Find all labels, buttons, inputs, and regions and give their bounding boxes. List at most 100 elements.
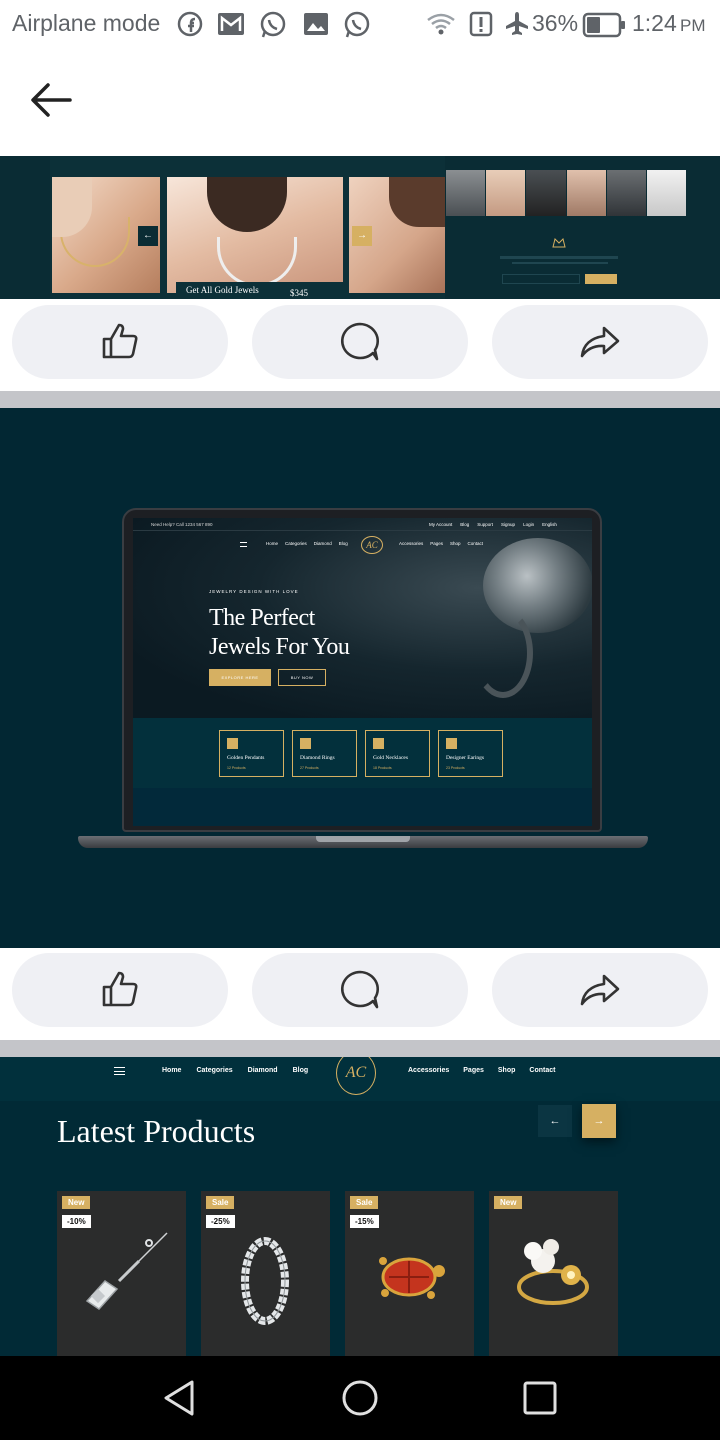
hero-heading: The Perfect Jewels For You	[209, 604, 350, 662]
back-triangle-icon[interactable]	[160, 1378, 200, 1418]
comment-bubble-icon	[340, 970, 380, 1009]
wifi-icon	[427, 13, 455, 35]
screen-nav-item: Diamond	[313, 541, 332, 546]
battery-icon	[582, 12, 625, 38]
turtle-brooch-image	[379, 1257, 445, 1299]
battery-percent: 36%	[532, 10, 579, 36]
mini-logo-icon	[552, 238, 566, 248]
products-nav-item: Categories	[196, 1067, 233, 1074]
product-badge: New	[62, 1196, 91, 1209]
category-card: Gold Necklaces 18 Products	[365, 730, 430, 777]
post1-comment-button[interactable]	[252, 305, 468, 379]
laptop-screen: Need Help? Call 1234 567 890 My Account …	[133, 518, 592, 826]
category-row: Golden Pendants 12 Products Diamond Ring…	[219, 730, 503, 777]
product-card: Sale -15%	[345, 1191, 474, 1356]
thumbnail-strip	[446, 170, 687, 216]
screen-logo: AC	[361, 536, 383, 554]
products-nav-item: Diamond	[247, 1067, 278, 1074]
products-nav-item: Contact	[529, 1067, 556, 1074]
screen-nav-item: Blog	[338, 541, 348, 546]
status-bar: Airplane mode 36% 1:24 PM	[0, 0, 720, 50]
product-discount: -15%	[350, 1215, 379, 1228]
banner-card-label: Get All Gold Jewels	[186, 285, 259, 295]
category-card: Designer Earings 23 Products	[438, 730, 503, 777]
alert-icon	[469, 11, 493, 37]
topbar-link: Support	[477, 522, 494, 527]
back-arrow-icon[interactable]	[28, 80, 74, 120]
post2-action-bar	[0, 948, 720, 1040]
product-badge: Sale	[350, 1196, 379, 1209]
whatsapp-icon-2	[344, 11, 370, 38]
gmail-icon	[218, 13, 244, 35]
banner-next-button: →	[352, 226, 372, 246]
screen-nav-item: Contact	[467, 541, 484, 546]
product-badge: Sale	[206, 1196, 235, 1209]
topbar-link: English	[542, 522, 557, 527]
topbar-link: My Account	[429, 522, 453, 527]
screen-nav-item: Accessories	[399, 541, 424, 546]
product-card: New -10%	[57, 1191, 186, 1356]
hero-eyebrow: JEWELRY DESIGN WITH LOVE	[209, 589, 299, 594]
product-card: Sale -25%	[201, 1191, 330, 1356]
post1-share-button[interactable]	[492, 305, 708, 379]
explore-button: EXPLORE HERE	[209, 669, 271, 686]
app-header	[0, 50, 720, 156]
screen-nav-item: Home	[266, 541, 279, 546]
comment-bubble-icon	[340, 322, 380, 361]
airplane-icon	[506, 12, 528, 35]
products-next-button: →	[582, 1104, 616, 1138]
buy-now-button: BUY NOW	[278, 669, 326, 686]
product-discount: -25%	[206, 1215, 235, 1228]
product-discount: -10%	[62, 1215, 91, 1228]
clock-time: 1:24	[632, 10, 677, 36]
share-arrow-icon	[580, 974, 620, 1006]
share-arrow-icon	[580, 326, 620, 358]
topbar-links: My Account Blog Support Signup Login Eng…	[429, 522, 557, 527]
category-name: Designer Earings	[446, 755, 485, 761]
system-nav-bar	[0, 1356, 720, 1440]
whatsapp-icon	[260, 11, 286, 38]
thumbs-up-icon	[102, 971, 138, 1007]
product-badge: New	[494, 1196, 523, 1209]
airplane-mode-label: Airplane mode	[12, 10, 161, 36]
recents-square-icon[interactable]	[522, 1380, 558, 1416]
home-circle-icon[interactable]	[340, 1378, 380, 1418]
post1-like-button[interactable]	[12, 305, 228, 379]
products-nav-item: Pages	[463, 1067, 484, 1074]
product-card: New	[489, 1191, 618, 1356]
post2-share-button[interactable]	[492, 953, 708, 1027]
category-card: Diamond Rings 27 Products	[292, 730, 357, 777]
products-nav-item: Home	[162, 1067, 182, 1074]
post-separator	[0, 391, 720, 408]
pendant-image	[85, 1232, 168, 1310]
facebook-icon	[177, 11, 203, 37]
products-prev-button: ←	[538, 1105, 572, 1137]
topbar-help: Need Help? Call 1234 567 890	[151, 522, 213, 527]
banner-prev-button: ←	[138, 226, 158, 246]
latest-products-title: Latest Products	[57, 1113, 256, 1149]
screen-nav-item: Categories	[285, 541, 307, 546]
products-nav-right: Accessories Pages Shop Contact	[408, 1067, 555, 1074]
post-image-laptop-mockup[interactable]: Need Help? Call 1234 567 890 My Account …	[0, 408, 720, 948]
banner-card-price: $345	[290, 288, 308, 298]
model-photo-2	[167, 177, 343, 293]
screen-nav-item: Shop	[450, 541, 461, 546]
screen-nav-right: Accessories Pages Shop Contact	[399, 541, 483, 546]
post2-like-button[interactable]	[12, 953, 228, 1027]
post-image-latest-products[interactable]: Home Categories Diamond Blog AC Accessor…	[0, 1057, 720, 1356]
thumbs-up-icon	[102, 323, 138, 359]
products-nav-item: Accessories	[408, 1067, 450, 1074]
screen-nav-item: Pages	[430, 541, 444, 546]
category-name: Golden Pendants	[227, 755, 265, 761]
category-count: 23 Products	[446, 766, 465, 770]
post1-action-bar	[0, 299, 720, 391]
category-name: Gold Necklaces	[373, 755, 408, 761]
post2-comment-button[interactable]	[252, 953, 468, 1027]
eternity-ring-image	[241, 1237, 289, 1325]
clock-ampm: PM	[680, 16, 706, 35]
post-separator	[0, 1040, 720, 1057]
topbar-link: Login	[523, 522, 535, 527]
post-image-jewelry-banner[interactable]: ← Get All Gold Jewels $345 →	[0, 156, 720, 299]
screen-nav-left: Home Categories Diamond Blog	[266, 541, 348, 546]
category-card: Golden Pendants 12 Products	[219, 730, 284, 777]
